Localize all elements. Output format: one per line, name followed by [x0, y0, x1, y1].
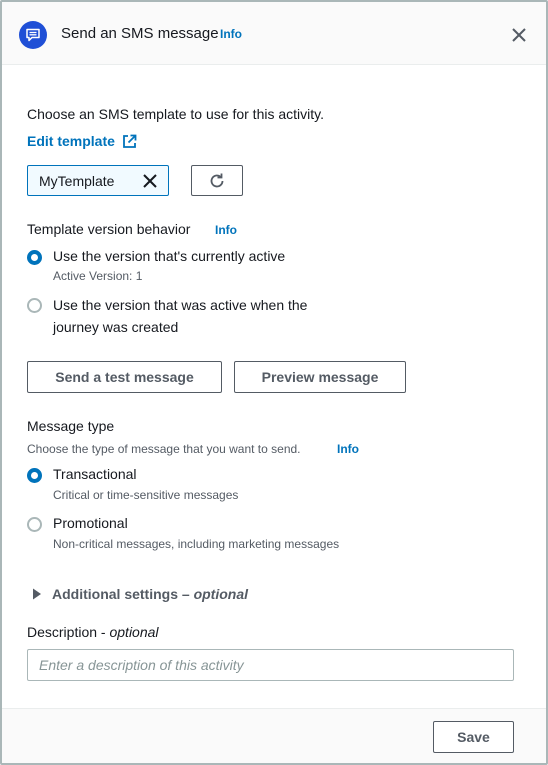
- radio-journey-version[interactable]: [27, 298, 42, 313]
- message-type-label: Message type: [27, 418, 115, 434]
- version-behavior-label: Template version behavior: [27, 221, 191, 237]
- message-type-info-link[interactable]: Info: [337, 442, 359, 456]
- additional-settings-label: Additional settings –: [52, 586, 190, 602]
- template-intro: Choose an SMS template to use for this a…: [27, 106, 324, 122]
- edit-template-link[interactable]: Edit template: [27, 133, 137, 149]
- radio-current-version[interactable]: [27, 250, 42, 265]
- radio-promotional[interactable]: [27, 517, 42, 532]
- additional-settings-expander[interactable]: Additional settings – optional: [32, 586, 248, 602]
- selected-template-token: MyTemplate: [27, 165, 169, 196]
- panel-header: Send an SMS message Info: [2, 2, 546, 65]
- refresh-icon: [210, 173, 224, 188]
- promotional-desc: Non-critical messages, including marketi…: [53, 537, 340, 551]
- description-optional: optional: [109, 624, 159, 640]
- close-icon[interactable]: [510, 26, 528, 44]
- sms-activity-panel: Send an SMS message Info Choose an SMS t…: [0, 0, 548, 765]
- edit-template-label: Edit template: [27, 133, 115, 149]
- description-label-row: Description - optional: [27, 624, 159, 640]
- transactional-desc: Critical or time-sensitive messages: [53, 488, 239, 502]
- panel-title: Send an SMS message: [61, 25, 219, 42]
- current-version-label: Use the version that's currently active: [53, 248, 286, 264]
- panel-footer: Save: [2, 708, 546, 763]
- transactional-label: Transactional: [53, 466, 137, 482]
- description-label: Description -: [27, 624, 106, 640]
- additional-settings-optional: optional: [193, 586, 249, 602]
- selected-template-name: MyTemplate: [39, 173, 115, 189]
- description-input[interactable]: [27, 649, 514, 681]
- journey-version-label-line2: journey was created: [53, 319, 179, 335]
- message-type-hint: Choose the type of message that you want…: [27, 442, 301, 456]
- radio-transactional[interactable]: [27, 468, 42, 483]
- promotional-label: Promotional: [53, 515, 128, 531]
- sms-icon: [19, 21, 47, 49]
- header-info-link[interactable]: Info: [220, 27, 242, 41]
- save-button[interactable]: Save: [433, 721, 514, 753]
- refresh-templates-button[interactable]: [191, 165, 243, 196]
- version-info-link[interactable]: Info: [215, 223, 237, 237]
- active-version-desc: Active Version: 1: [53, 269, 143, 283]
- send-test-message-button[interactable]: Send a test message: [27, 361, 222, 393]
- external-link-icon: [123, 134, 137, 148]
- remove-icon[interactable]: [142, 173, 158, 189]
- caret-right-icon: [33, 588, 41, 600]
- preview-message-button[interactable]: Preview message: [234, 361, 406, 393]
- journey-version-label-line1: Use the version that was active when the: [53, 297, 308, 313]
